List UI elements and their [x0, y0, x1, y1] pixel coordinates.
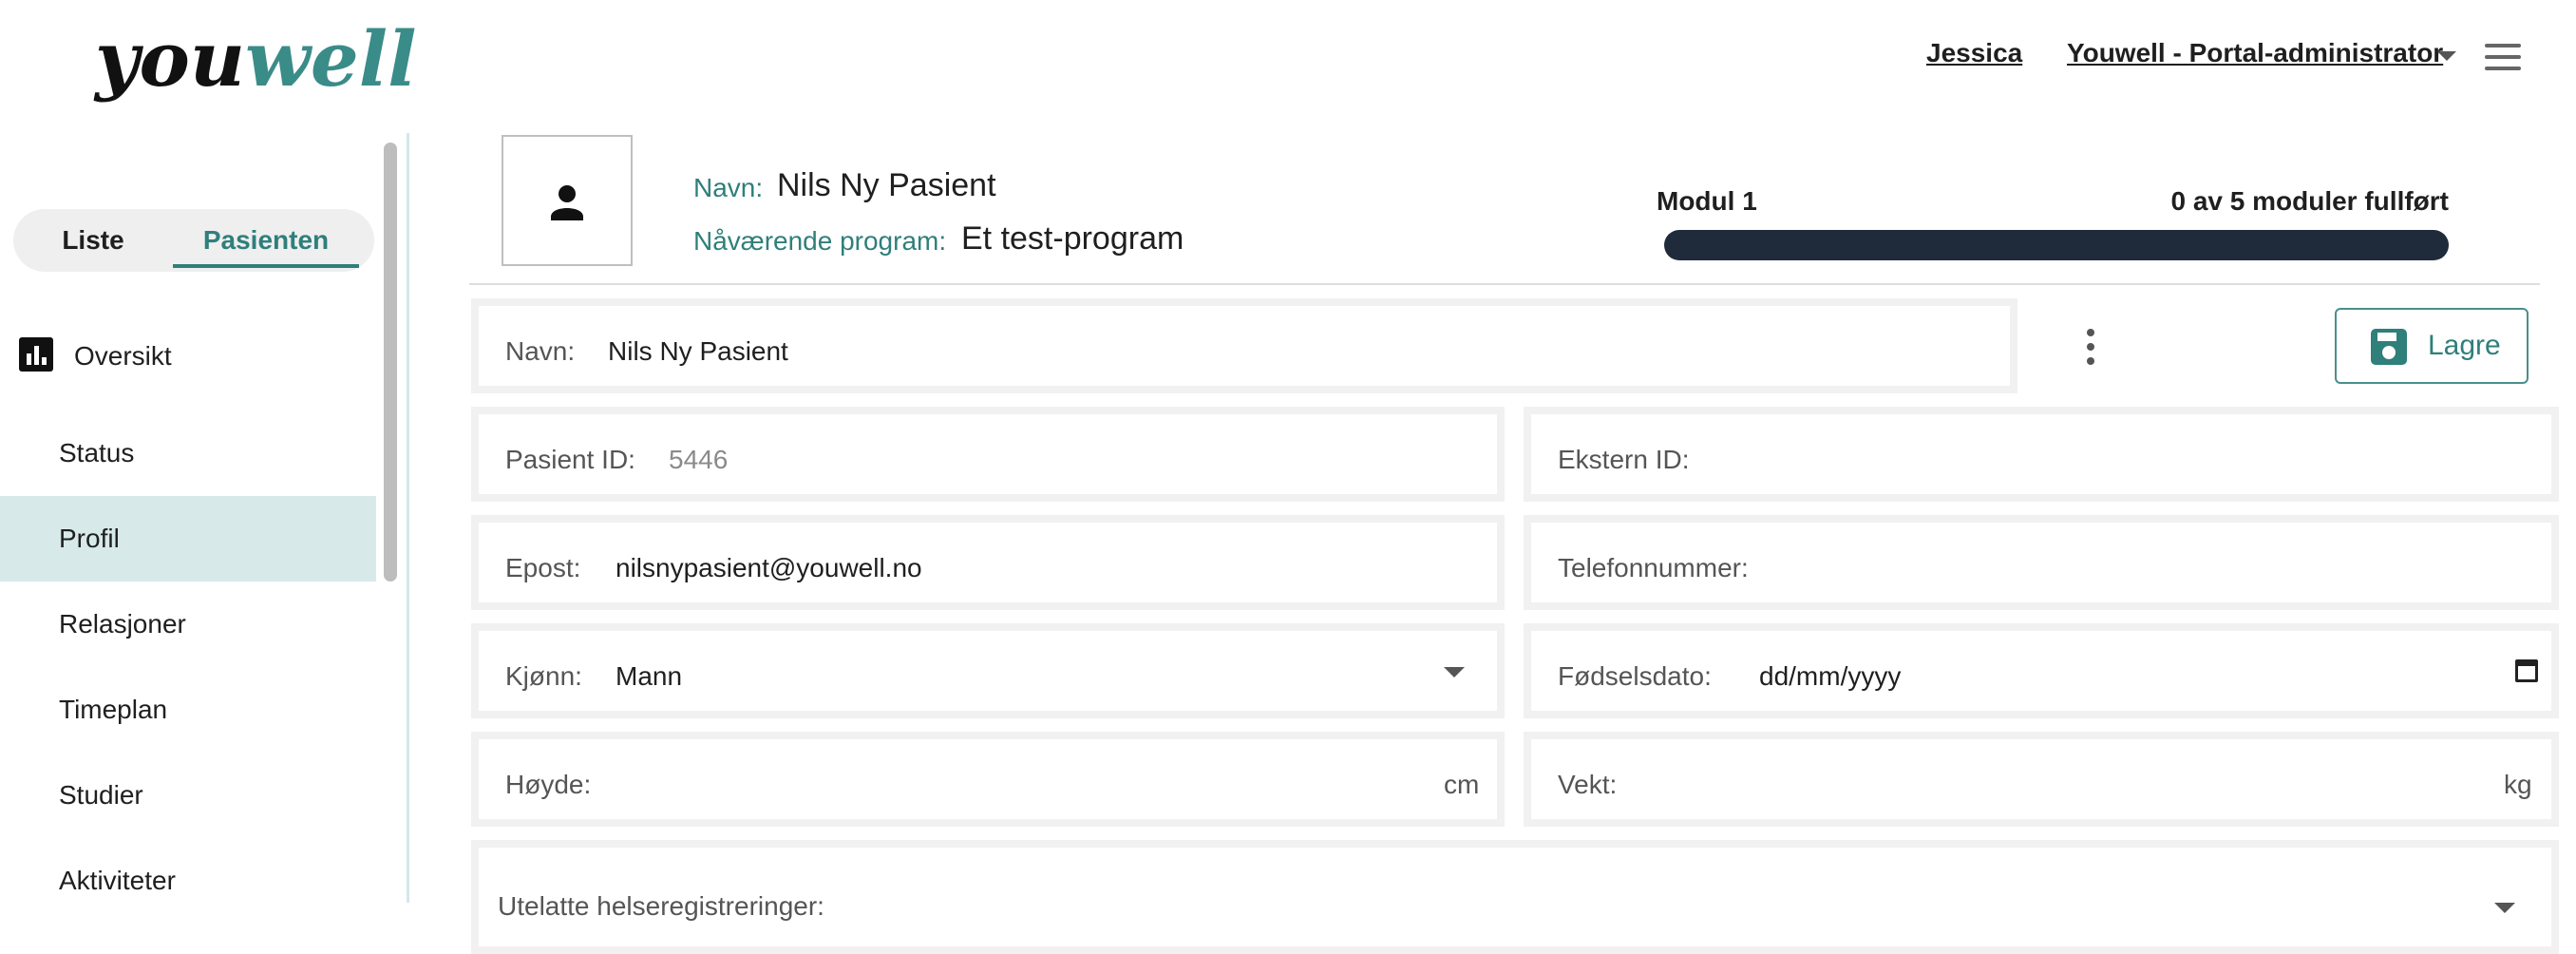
module-progress-bar [1664, 230, 2449, 260]
sidebar-item-label: Studier [59, 780, 143, 810]
banner-program-value: Et test-program [961, 220, 1184, 257]
birthdate-placeholder[interactable]: dd/mm/yyyy [1759, 661, 1901, 692]
chevron-down-icon [1444, 667, 1465, 677]
height-unit: cm [1444, 770, 1480, 799]
height-field[interactable]: Høyde: cm [471, 732, 1505, 827]
patient-id-value: 5446 [669, 445, 729, 474]
gender-select[interactable]: Kjønn: Mann [471, 623, 1505, 718]
sidebar-item-relasjoner[interactable]: Relasjoner [0, 582, 376, 667]
email-field[interactable]: Epost: nilsnypasient@youwell.no [471, 515, 1505, 610]
calendar-icon[interactable] [2515, 659, 2538, 682]
patient-id-label: Pasient ID: [505, 445, 635, 474]
phone-field[interactable]: Telefonnummer: [1524, 515, 2559, 610]
weight-unit: kg [2504, 770, 2532, 799]
banner-name-label: Navn: [693, 173, 764, 202]
more-options-icon[interactable] [2084, 329, 2097, 367]
sidebar-item-label: Relasjoner [59, 609, 186, 639]
user-link[interactable]: Jessica [1926, 38, 2022, 68]
banner-name-value: Nils Ny Pasient [777, 167, 996, 203]
module-status: 0 av 5 moduler fullført [2170, 186, 2450, 216]
youwell-logo: youwell [95, 14, 417, 104]
sidebar-item-label: Timeplan [59, 695, 168, 724]
active-tab-indicator [173, 264, 359, 268]
patient-id-field: Pasient ID: 5446 [471, 407, 1505, 502]
banner-divider [469, 283, 2540, 285]
gender-value: Mann [616, 661, 683, 691]
sidebar-tab-switch: Liste Pasienten [13, 209, 374, 272]
omitted-registrations-label: Utelatte helseregistreringer: [498, 891, 824, 921]
name-field[interactable]: Navn: Nils Ny Pasient [471, 298, 2017, 393]
external-id-field[interactable]: Ekstern ID: [1524, 407, 2559, 502]
omitted-registrations-select[interactable]: Utelatte helseregistreringer: [471, 840, 2559, 954]
sidebar-item-label: Aktiviteter [59, 866, 176, 895]
save-button-label: Lagre [2428, 330, 2501, 361]
chevron-down-icon [2494, 903, 2515, 913]
name-field-value[interactable]: Nils Ny Pasient [608, 336, 788, 367]
weight-field[interactable]: Vekt: kg [1524, 732, 2559, 827]
name-field-label: Navn: [505, 336, 576, 366]
email-value[interactable]: nilsnypasient@youwell.no [616, 553, 922, 583]
external-id-label: Ekstern ID: [1558, 445, 1690, 474]
sidebar-divider [407, 133, 409, 903]
height-label: Høyde: [505, 770, 592, 799]
tab-pasienten[interactable]: Pasienten [173, 209, 359, 272]
gender-label: Kjønn: [505, 661, 582, 691]
avatar [502, 135, 633, 266]
sidebar-scrollbar[interactable] [384, 143, 397, 582]
chevron-down-icon[interactable] [2437, 51, 2456, 61]
birthdate-label: Fødselsdato: [1558, 661, 1712, 691]
save-button[interactable]: Lagre [2335, 308, 2529, 384]
email-label: Epost: [505, 553, 581, 582]
tab-liste[interactable]: Liste [13, 209, 173, 272]
module-label: Modul 1 [1657, 186, 1757, 216]
sidebar-item-status[interactable]: Status [0, 410, 376, 496]
birthdate-field[interactable]: Fødselsdato: dd/mm/yyyy [1524, 623, 2559, 718]
save-icon [2371, 329, 2407, 365]
menu-icon[interactable] [2485, 44, 2521, 70]
sidebar-item-aktiviteter[interactable]: Aktiviteter [0, 838, 376, 924]
person-icon [551, 185, 583, 220]
phone-label: Telefonnummer: [1558, 553, 1749, 582]
sidebar-item-label: Profil [59, 524, 120, 553]
sidebar-item-studier[interactable]: Studier [0, 753, 376, 838]
banner-program-label: Nåværende program: [693, 226, 947, 256]
sidebar-item-label: Oversikt [74, 341, 172, 371]
sidebar-item-timeplan[interactable]: Timeplan [0, 667, 376, 753]
sidebar-item-oversikt[interactable]: Oversikt [0, 314, 376, 399]
role-select[interactable]: Youwell - Portal-administrator [2067, 38, 2443, 68]
sidebar-item-label: Status [59, 438, 135, 467]
weight-label: Vekt: [1558, 770, 1618, 799]
sidebar-item-profil[interactable]: Profil [0, 496, 376, 582]
